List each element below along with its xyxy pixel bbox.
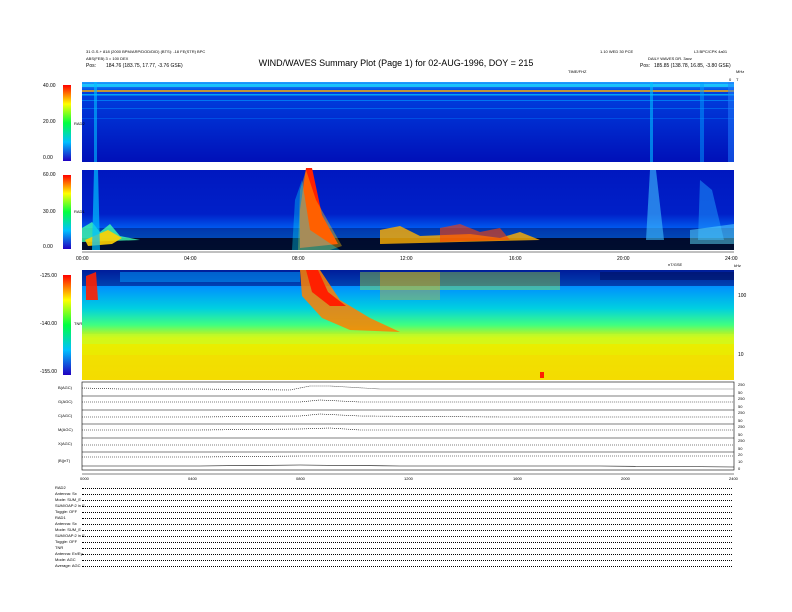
line-label-x: X(AGC): [58, 441, 72, 446]
summary-plot-svg: [63, 82, 735, 475]
btime-6: 2400: [729, 476, 738, 481]
rad1-label: RAD1: [74, 209, 85, 214]
rad1-colorbar: [63, 175, 71, 249]
time-label-1: 04:00: [184, 256, 197, 262]
btime-5: 2000: [621, 476, 630, 481]
line-g-rt0: 250: [738, 396, 745, 401]
footer-dotted-7: [82, 530, 732, 531]
footer-dotted-3: [82, 506, 732, 507]
footer-label-6: Antenna: Sx: [55, 521, 77, 526]
m-agc-trace: [82, 427, 734, 431]
time-axis-right-label: nT/GSE: [668, 262, 683, 267]
footer-dotted-5: [82, 518, 732, 519]
right-top-zero: 0: [729, 77, 732, 82]
footer-dotted-9: [82, 542, 732, 543]
line-panels: [81, 381, 735, 471]
b-agc-trace: [81, 385, 734, 391]
footer-label-3: SUM/OAP:2 in E: [55, 503, 85, 508]
time-label-2: 08:00: [292, 256, 305, 262]
footer-label-0: RAD2: [55, 485, 66, 490]
btime-2: 0800: [296, 476, 305, 481]
footer-dotted-13: [82, 566, 732, 567]
footer-label-10: TNR: [55, 545, 64, 550]
tnr-tick-top: -125.00: [40, 273, 57, 279]
bmag-trace-2: [82, 464, 735, 468]
right-top-upper: T: [736, 77, 739, 82]
tnr-right-tick-100: 100: [738, 293, 747, 299]
line-label-bmag: |B|(nT): [58, 458, 71, 463]
footer-dotted-12: [82, 560, 732, 561]
rad2-tick-mid: 20.00: [43, 119, 56, 125]
line-g-rt1: 50: [738, 404, 743, 409]
rad1-spectrogram: [82, 168, 734, 250]
rad1-tick-bottom: 0.00: [43, 244, 53, 250]
footer-label-12: Mode: AGC: [55, 557, 76, 562]
rad2-colorbar: [63, 85, 71, 161]
tnr-right-unit: kHz: [734, 263, 741, 268]
btime-4: 1600: [513, 476, 522, 481]
tnr-label: TNR: [74, 321, 83, 326]
footer-label-13: Average: AGC: [55, 563, 81, 568]
footer-label-9: Toggle: OFF: [55, 539, 78, 544]
line-label-b: B(AGC): [58, 385, 72, 390]
btime-3: 1200: [404, 476, 413, 481]
rad2-tick-top: 40.00: [43, 83, 56, 89]
footer-dotted-0: [82, 488, 732, 489]
tnr-right-tick-10: 10: [738, 352, 744, 358]
footer-dotted-11: [82, 554, 732, 555]
rad2-spectrogram: [82, 82, 734, 162]
g-agc-trace: [82, 399, 734, 403]
line-m-rt1: 50: [738, 432, 743, 437]
line-x-rt0: 250: [738, 438, 745, 443]
tnr-spectrogram: [82, 270, 734, 380]
time-label-3: 12:00: [400, 256, 413, 262]
line-m-rt0: 250: [738, 424, 745, 429]
right-top-unit: MHz: [736, 69, 745, 74]
rad2-label: RAD2: [74, 121, 85, 126]
btime-1: 0400: [188, 476, 197, 481]
footer-dotted-1: [82, 494, 732, 495]
btime-0: 0000: [80, 476, 89, 481]
time-label-6: 24:00: [725, 256, 738, 262]
tnr-colorbar: [63, 275, 71, 375]
time-label-5: 20:00: [617, 256, 630, 262]
line-x-rt1: 50: [738, 446, 743, 451]
footer-dotted-8: [82, 536, 732, 537]
rad1-tick-top: 60.00: [43, 172, 56, 178]
rad2-tick-bottom: 0.00: [43, 155, 53, 161]
footer-label-8: SUM/OAP:2 in E: [55, 533, 85, 538]
time-label-4: 16:00: [509, 256, 522, 262]
line-bmag-rt0: 20: [738, 452, 743, 457]
tnr-tick-bottom: -155.00: [40, 369, 57, 375]
line-b-rt1: 50: [738, 390, 743, 395]
c-agc-trace: [82, 413, 734, 418]
tnr-tick-mid: -140.00: [40, 321, 57, 327]
footer-label-7: Mode: SUM_E: [55, 527, 82, 532]
footer-dotted-4: [82, 512, 732, 513]
line-c-rt0: 250: [738, 410, 745, 415]
line-bmag-rt2: 0: [738, 466, 741, 471]
footer-label-5: RAD1: [55, 515, 66, 520]
line-bmag-rt1: 10: [738, 459, 743, 464]
bmag-trace: [82, 455, 734, 458]
time-label-0: 00:00: [76, 256, 89, 262]
footer-dotted-6: [82, 524, 732, 525]
rad1-tick-mid: 30.00: [43, 209, 56, 215]
line-label-m: M(AGC): [58, 427, 73, 432]
footer-label-4: Toggle: OFF: [55, 509, 78, 514]
footer-label-1: Antenna: Sx: [55, 491, 77, 496]
footer-label-11: Antenna: Ex/Ey: [55, 551, 83, 556]
line-label-g: G(AGC): [58, 399, 73, 404]
footer-dotted-2: [82, 500, 732, 501]
footer-dotted-10: [82, 548, 732, 549]
line-b-rt0: 250: [738, 382, 745, 387]
line-c-rt1: 50: [738, 418, 743, 423]
line-label-c: C(AGC): [58, 413, 73, 418]
footer-label-2: Mode: SUM_E: [55, 497, 82, 502]
